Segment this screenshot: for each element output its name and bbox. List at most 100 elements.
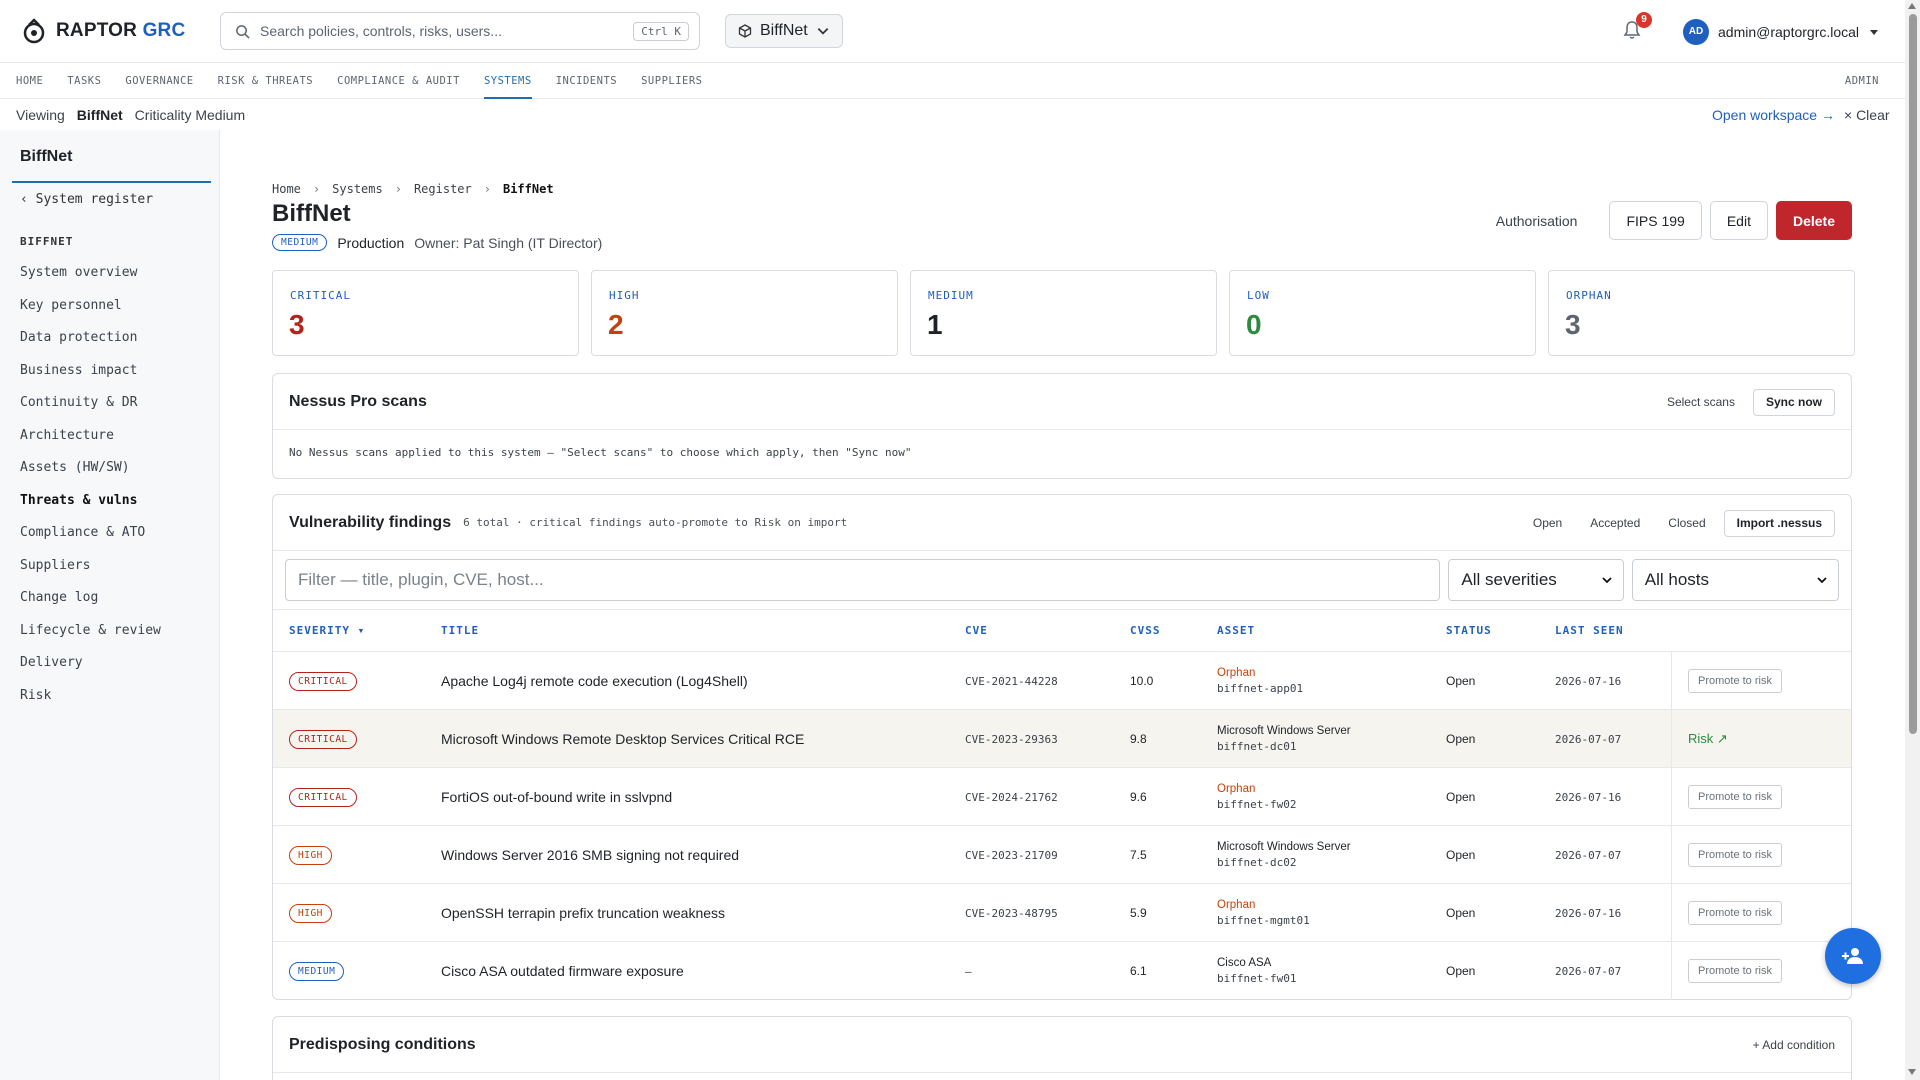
scrollbar-thumb[interactable] — [1909, 14, 1917, 734]
column-cvss[interactable]: CVSS — [1130, 624, 1161, 637]
finding-last-seen: 2026-07-07 — [1555, 848, 1622, 862]
sidebar-item-threats-vulns[interactable]: Threats & vulns — [20, 493, 137, 508]
sidebar-item-business-impact[interactable]: Business impact — [20, 363, 137, 378]
promote-to-risk-button[interactable]: Promote to risk — [1688, 843, 1782, 867]
finding-asset: Orphan biffnet-app01 — [1217, 652, 1303, 710]
breadcrumb-separator: › — [483, 182, 491, 196]
severity-summary: CRITICAL 3 HIGH 2 MEDIUM 1 LOW 0 ORPHAN 3 — [272, 270, 1855, 356]
column-cve[interactable]: CVE — [965, 624, 988, 637]
breadcrumb-item: BiffNet — [502, 182, 554, 196]
breadcrumb-item[interactable]: Home — [272, 182, 301, 196]
app-logo[interactable]: RAPTOR GRC — [20, 17, 200, 45]
page-scrollbar[interactable] — [1905, 0, 1920, 1080]
sync-now-button[interactable]: Sync now — [1752, 388, 1835, 416]
nav-item-suppliers[interactable]: SUPPLIERS — [641, 63, 702, 99]
sidebar-item-suppliers[interactable]: Suppliers — [20, 558, 90, 573]
nav-item-admin[interactable]: ADMIN — [1845, 75, 1879, 87]
column-title[interactable]: TITLE — [441, 624, 479, 637]
stat-card-orphan[interactable]: ORPHAN 3 — [1548, 270, 1855, 356]
sidebar-item-risk[interactable]: Risk — [20, 688, 51, 703]
global-search[interactable]: Ctrl K — [220, 12, 700, 50]
nav-item-systems[interactable]: SYSTEMS — [483, 63, 532, 99]
sidebar-item-data-protection[interactable]: Data protection — [20, 330, 137, 345]
sidebar-item-key-personnel[interactable]: Key personnel — [20, 298, 122, 313]
column-last-seen[interactable]: LAST SEEN — [1555, 624, 1624, 637]
select-scans-button[interactable]: Select scans — [1667, 395, 1735, 409]
fips-199-button[interactable]: FIPS 199 — [1609, 201, 1702, 240]
promote-to-risk-button[interactable]: Promote to risk — [1688, 959, 1782, 983]
system-switcher[interactable]: BiffNet — [725, 14, 843, 48]
table-row[interactable]: HIGH Windows Server 2016 SMB signing not … — [273, 826, 1851, 884]
finding-cvss: 10.0 — [1130, 674, 1154, 688]
breadcrumb-item[interactable]: Register — [414, 182, 472, 196]
stat-card-high[interactable]: HIGH 2 — [591, 270, 898, 356]
scroll-up-arrow-icon[interactable] — [1908, 3, 1916, 9]
finding-title[interactable]: Cisco ASA outdated firmware exposure — [441, 942, 684, 1000]
stat-card-critical[interactable]: CRITICAL 3 — [272, 270, 579, 356]
tab-accepted[interactable]: Accepted — [1590, 516, 1640, 530]
sidebar-item-change-log[interactable]: Change log — [20, 590, 98, 605]
severity-badge: HIGH — [289, 845, 332, 865]
import-nessus-button[interactable]: Import .nessus — [1723, 509, 1835, 537]
nav-item-risk-threats[interactable]: RISK & THREATS — [218, 63, 314, 99]
tab-closed[interactable]: Closed — [1668, 516, 1705, 530]
vulns-filters: All severities All hosts — [273, 551, 1851, 610]
stat-card-medium[interactable]: MEDIUM 1 — [910, 270, 1217, 356]
tab-open[interactable]: Open — [1533, 516, 1562, 530]
context-bar: Viewing BiffNet Criticality Medium Open … — [0, 99, 1905, 130]
nav-item-incidents[interactable]: INCIDENTS — [556, 63, 617, 99]
assign-user-fab[interactable] — [1825, 928, 1881, 984]
severity-filter-select[interactable]: All severities — [1448, 559, 1624, 601]
sidebar-item-delivery[interactable]: Delivery — [20, 655, 83, 670]
nav-item-governance[interactable]: GOVERNANCE — [125, 63, 193, 99]
sidebar-item-architecture[interactable]: Architecture — [20, 428, 114, 443]
column-asset[interactable]: ASSET — [1217, 624, 1255, 637]
finding-action-cell: Promote to risk — [1671, 768, 1851, 826]
column-severity[interactable]: SEVERITY ▾ — [289, 624, 365, 637]
back-to-register-link[interactable]: ‹ System register — [20, 192, 153, 207]
stat-value: 2 — [608, 309, 624, 340]
finding-asset: Orphan biffnet-mgmt01 — [1217, 884, 1310, 942]
nav-item-tasks[interactable]: TASKS — [67, 63, 101, 99]
finding-title[interactable]: Microsoft Windows Remote Desktop Service… — [441, 710, 804, 768]
finding-title[interactable]: Apache Log4j remote code execution (Log4… — [441, 652, 748, 710]
table-row[interactable]: CRITICAL Apache Log4j remote code executi… — [273, 652, 1851, 710]
sidebar-item-continuity-dr[interactable]: Continuity & DR — [20, 395, 137, 410]
table-row[interactable]: CRITICAL FortiOS out-of-bound write in ss… — [273, 768, 1851, 826]
promote-to-risk-button[interactable]: Promote to risk — [1688, 669, 1782, 693]
hosts-filter-select[interactable]: All hosts — [1631, 559, 1839, 601]
user-menu[interactable]: AD admin@raptorgrc.local — [1683, 19, 1879, 45]
nessus-scans-panel: Nessus Pro scans Select scans Sync now N… — [272, 373, 1852, 479]
table-row[interactable]: CRITICAL Microsoft Windows Remote Desktop… — [273, 710, 1851, 768]
stat-value: 1 — [927, 309, 943, 340]
edit-button[interactable]: Edit — [1709, 201, 1768, 240]
nav-item-compliance-audit[interactable]: COMPLIANCE & AUDIT — [337, 63, 460, 99]
vulns-filter-input[interactable] — [285, 559, 1441, 601]
promote-to-risk-button[interactable]: Promote to risk — [1688, 901, 1782, 925]
open-workspace-link[interactable]: Open workspace → — [1712, 107, 1835, 123]
clear-context-button[interactable]: × Clear — [1844, 107, 1890, 123]
risk-link[interactable]: Risk ↗ — [1688, 731, 1728, 747]
finding-asset: Microsoft Windows Server biffnet-dc02 — [1217, 826, 1351, 884]
sidebar-item-compliance-ato[interactable]: Compliance & ATO — [20, 525, 145, 540]
raptor-logo-icon — [23, 18, 45, 44]
search-input[interactable] — [260, 23, 634, 39]
finding-title[interactable]: OpenSSH terrapin prefix truncation weakn… — [441, 884, 725, 942]
column-status[interactable]: STATUS — [1446, 624, 1492, 637]
promote-to-risk-button[interactable]: Promote to risk — [1688, 785, 1782, 809]
stat-card-low[interactable]: LOW 0 — [1229, 270, 1536, 356]
table-row[interactable]: HIGH OpenSSH terrapin prefix truncation w… — [273, 884, 1851, 942]
finding-cvss: 6.1 — [1130, 964, 1147, 978]
delete-button[interactable]: Delete — [1775, 201, 1852, 240]
scroll-down-arrow-icon[interactable] — [1908, 1069, 1916, 1075]
sidebar-item-lifecycle-review[interactable]: Lifecycle & review — [20, 623, 161, 638]
add-condition-button[interactable]: + Add condition — [1753, 1038, 1835, 1052]
sidebar-item-assets-hw-sw[interactable]: Assets (HW/SW) — [20, 460, 130, 475]
table-row[interactable]: MEDIUM Cisco ASA outdated firmware exposu… — [273, 942, 1851, 1000]
nav-item-home[interactable]: HOME — [16, 63, 43, 99]
sidebar-item-system-overview[interactable]: System overview — [20, 265, 137, 280]
finding-title[interactable]: FortiOS out-of-bound write in sslvpnd — [441, 768, 672, 826]
breadcrumb-item[interactable]: Systems — [332, 182, 383, 196]
finding-title[interactable]: Windows Server 2016 SMB signing not requ… — [441, 826, 739, 884]
authorisation-link[interactable]: Authorisation — [1496, 213, 1578, 229]
